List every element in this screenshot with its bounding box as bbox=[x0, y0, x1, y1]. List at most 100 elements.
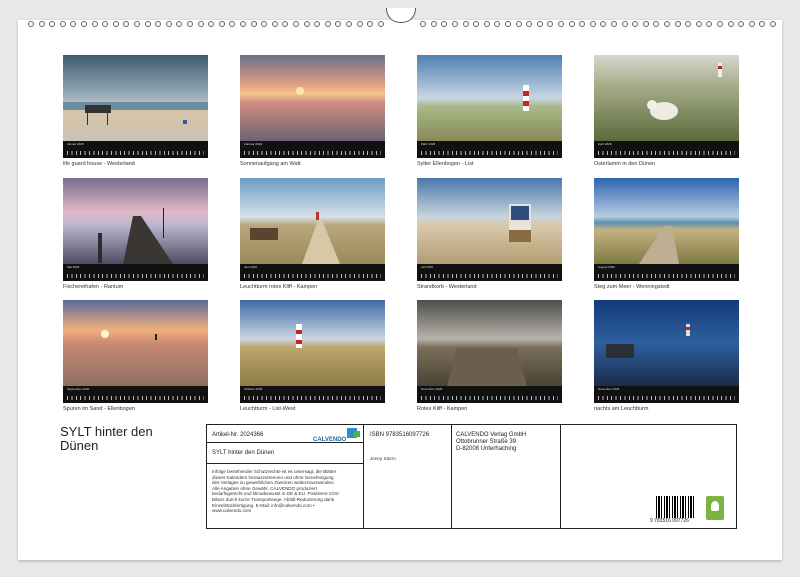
binding-ring bbox=[240, 21, 246, 27]
binding-ring bbox=[176, 21, 183, 27]
month-strip: April 2026 bbox=[594, 141, 739, 158]
thumbnail-june[interactable]: Juni 2026 Leuchtturm rotes Kliff - Kampe… bbox=[240, 178, 385, 290]
thumbnail-july[interactable]: Juli 2026 Strandkorb - Westerland bbox=[417, 178, 562, 290]
binding-ring bbox=[526, 21, 533, 27]
thumbnail-caption: Osterlamm in den Dünen bbox=[594, 161, 656, 167]
month-label: Juli 2026 bbox=[421, 265, 434, 269]
publisher-city: D-82008 Unterhaching bbox=[456, 446, 517, 452]
logo-icon bbox=[347, 428, 360, 438]
binding-ring bbox=[558, 21, 564, 27]
month-strip: November 2026 bbox=[417, 386, 562, 403]
binding-ring bbox=[229, 21, 236, 27]
fsc-tree-icon bbox=[706, 496, 724, 520]
month-strip: Februar 2026 bbox=[240, 141, 385, 158]
binding-ring bbox=[674, 21, 681, 27]
photo-lifeguard-house bbox=[63, 55, 208, 141]
thumbnail-february[interactable]: Februar 2026 Sonnenaufgang am Watt bbox=[240, 55, 385, 167]
binding-ring bbox=[632, 21, 639, 27]
binding-ring bbox=[70, 21, 77, 27]
article-number: Artikel-Nr. 2024366 bbox=[212, 432, 264, 438]
thumbnail-caption: Strandkorb - Westerland bbox=[417, 284, 477, 290]
photo-sunrise-watt bbox=[240, 55, 385, 141]
binding-ring bbox=[685, 21, 692, 27]
photo-lighthouse-ellenbogen bbox=[417, 55, 562, 141]
binding-ring bbox=[271, 21, 278, 27]
legal-notice: Infolge bestehender Schutzrechte ist es … bbox=[212, 469, 340, 514]
binding-ring bbox=[293, 21, 299, 27]
binding-ring bbox=[706, 21, 713, 27]
photo-lighthouse-red-cliff bbox=[240, 178, 385, 264]
binding-ring bbox=[748, 21, 755, 27]
publisher-street: Ottobrunner Straße 39 bbox=[456, 439, 517, 445]
binding-ring bbox=[695, 21, 702, 27]
photo-lighthouse-list-west bbox=[240, 300, 385, 386]
thumbnail-may[interactable]: Mai 2026 Fischereihafen - Rantum bbox=[63, 178, 208, 290]
binding-ring bbox=[59, 21, 66, 27]
photo-beach-chair bbox=[417, 178, 562, 264]
binding-ring bbox=[462, 21, 469, 27]
month-strip: Oktober 2026 bbox=[240, 386, 385, 403]
binding-ring bbox=[727, 21, 734, 27]
binding-ring bbox=[600, 21, 607, 27]
binding-ring bbox=[664, 21, 670, 27]
month-label: November 2026 bbox=[421, 387, 443, 391]
month-label: Januar 2026 bbox=[67, 142, 84, 146]
photo-easter-lamb bbox=[594, 55, 739, 141]
info-column-publisher: CALVENDO Verlag GmbH Ottobrunner Straße … bbox=[452, 425, 561, 528]
month-label: Oktober 2026 bbox=[244, 387, 263, 391]
binding-ring bbox=[536, 21, 543, 27]
month-label: April 2026 bbox=[598, 142, 612, 146]
binding-ring bbox=[324, 21, 331, 27]
binding-ring bbox=[579, 21, 586, 27]
binding-ring bbox=[759, 21, 766, 27]
thumbnail-january[interactable]: Januar 2026 life guard house - Westerlan… bbox=[63, 55, 208, 167]
publisher-name: CALVENDO Verlag GmbH bbox=[456, 432, 527, 438]
thumbnail-august[interactable]: August 2026 Steg zum Meer - Wenningstedt bbox=[594, 178, 739, 290]
binding-ring bbox=[568, 21, 575, 27]
month-strip: März 2026 bbox=[417, 141, 562, 158]
thumbnail-caption: Rotes Kliff - Kampen bbox=[417, 406, 468, 412]
photo-red-cliff-walkway bbox=[417, 300, 562, 386]
binding-ring bbox=[123, 21, 130, 27]
product-title: SYLT hinter den Dünen bbox=[212, 450, 275, 456]
binding-ring bbox=[494, 21, 501, 27]
binding-ring bbox=[335, 21, 342, 27]
binding-ring bbox=[102, 21, 109, 27]
thumbnail-caption: nachts am Leuchtturm bbox=[594, 406, 649, 412]
thumbnail-caption: Spuren im Sand - Ellenbogen bbox=[63, 406, 135, 412]
thumbnail-march[interactable]: März 2026 Sylter Ellenbogen - List bbox=[417, 55, 562, 167]
thumbnail-caption: Leuchtturm rotes Kliff - Kampen bbox=[240, 284, 318, 290]
binding-ring bbox=[505, 21, 511, 27]
thumbnail-april[interactable]: April 2026 Osterlamm in den Dünen bbox=[594, 55, 739, 167]
thumbnail-caption: Sylter Ellenbogen - List bbox=[417, 161, 474, 167]
binding-ring bbox=[430, 21, 437, 27]
author: Jenny Sturm bbox=[370, 456, 396, 461]
binding-ring bbox=[441, 21, 448, 27]
binding-ring bbox=[38, 21, 45, 27]
thumbnail-december[interactable]: Dezember 2026 nachts am Leuchtturm bbox=[594, 300, 739, 412]
binding-ring bbox=[589, 21, 596, 27]
binding-ring bbox=[303, 21, 310, 27]
binding-ring bbox=[187, 21, 193, 27]
month-label: Juni 2026 bbox=[244, 265, 258, 269]
month-label: Mai 2026 bbox=[67, 265, 80, 269]
binding-ring bbox=[28, 21, 34, 27]
calvendo-logo: CALVENDO bbox=[313, 428, 360, 443]
binding-ring bbox=[218, 21, 225, 27]
barcode-icon bbox=[656, 496, 696, 518]
binding-ring bbox=[91, 21, 98, 27]
binding-ring bbox=[611, 21, 617, 27]
binding-ring bbox=[165, 21, 172, 27]
binding-ring bbox=[197, 21, 204, 27]
thumbnail-november[interactable]: November 2026 Rotes Kliff - Kampen bbox=[417, 300, 562, 412]
thumbnail-october[interactable]: Oktober 2026 Leuchtturm - List-West bbox=[240, 300, 385, 412]
photo-sand-traces bbox=[63, 300, 208, 386]
thumbnail-caption: Fischereihafen - Rantum bbox=[63, 284, 124, 290]
photo-fishing-harbour bbox=[63, 178, 208, 264]
photo-boardwalk-sea bbox=[594, 178, 739, 264]
month-label: September 2026 bbox=[67, 387, 90, 391]
month-label: Dezember 2026 bbox=[598, 387, 620, 391]
logo-text: CALVENDO bbox=[313, 437, 347, 443]
thumbnail-september[interactable]: September 2026 Spuren im Sand - Ellenbog… bbox=[63, 300, 208, 412]
binding-ring bbox=[49, 21, 56, 27]
